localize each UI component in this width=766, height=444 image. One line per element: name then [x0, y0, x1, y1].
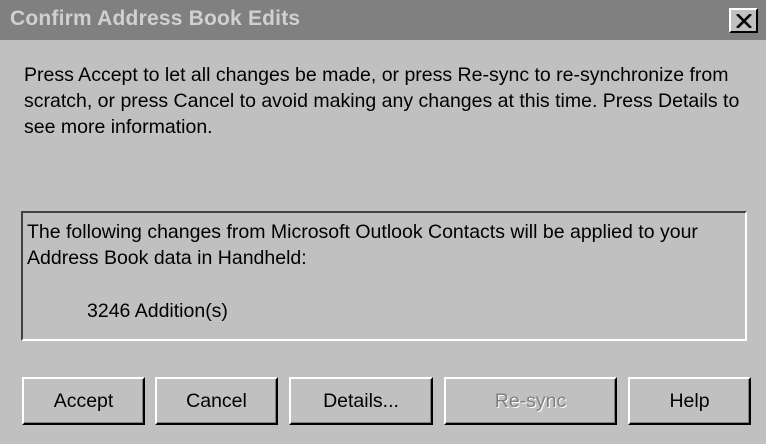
instruction-message: Press Accept to let all changes be made,…: [24, 64, 740, 138]
confirm-dialog: Confirm Address Book Edits Press Accept …: [0, 0, 766, 444]
title-bar[interactable]: Confirm Address Book Edits: [0, 0, 766, 40]
accept-button[interactable]: Accept: [22, 377, 145, 425]
cancel-button-label: Cancel: [186, 389, 247, 412]
changes-description: The following changes from Microsoft Out…: [27, 221, 698, 269]
details-button-label: Details...: [323, 389, 399, 412]
help-button-label: Help: [669, 389, 710, 412]
resync-button[interactable]: Re-sync: [444, 377, 617, 425]
accept-button-label: Accept: [53, 389, 114, 412]
close-icon: [735, 13, 752, 28]
details-button[interactable]: Details...: [289, 377, 433, 425]
additions-count: 3246 Addition(s): [87, 300, 228, 322]
help-button[interactable]: Help: [628, 377, 751, 425]
window-title: Confirm Address Book Edits: [10, 7, 301, 30]
resync-button-label: Re-sync: [494, 389, 567, 412]
close-button[interactable]: [729, 8, 758, 33]
changes-summary-box: The following changes from Microsoft Out…: [21, 211, 747, 341]
cancel-button[interactable]: Cancel: [155, 377, 278, 425]
